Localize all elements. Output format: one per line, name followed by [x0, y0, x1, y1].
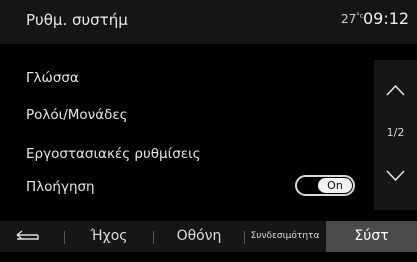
- chevron-up-icon: [386, 84, 405, 96]
- tab-divider: [244, 231, 245, 244]
- page-title: Ρυθμ. συστήμ: [26, 11, 128, 29]
- chevron-down-icon: [386, 170, 405, 182]
- tab-divider: [153, 231, 154, 244]
- tab-system[interactable]: Σύστ: [326, 221, 417, 252]
- clock: 09:12: [363, 9, 410, 28]
- page-indicator: 1/2: [386, 126, 405, 139]
- tab-connectivity[interactable]: Συνδεσιμότητα: [246, 221, 324, 252]
- back-button[interactable]: [0, 221, 62, 252]
- tab-display[interactable]: Οθόνη: [155, 221, 243, 252]
- tab-divider: [64, 231, 65, 244]
- toggle-knob: On: [318, 178, 352, 193]
- screen: Ρυθμ. συστήμ 27°c 09:12 Γλώσσα Ρολόι/Μον…: [0, 0, 417, 252]
- menu-item-language[interactable]: Γλώσσα: [26, 70, 79, 86]
- back-arrow-icon: [16, 230, 39, 240]
- navigation-toggle[interactable]: On: [295, 175, 355, 196]
- header-bar: Ρυθμ. συστήμ 27°c 09:12: [0, 0, 417, 44]
- bottom-bar: Ήχος Οθόνη Συνδεσιμότητα Σύστ: [0, 221, 417, 252]
- scroll-up-button[interactable]: [374, 68, 417, 108]
- menu-item-clock-units[interactable]: Ρολόι/Μονάδες: [26, 107, 128, 123]
- outside-temperature: 27°c: [341, 12, 364, 26]
- menu-item-navigation[interactable]: Πλοήγηση: [26, 179, 95, 195]
- scroll-down-button[interactable]: [374, 158, 417, 198]
- scroll-panel: 1/2: [374, 60, 417, 210]
- menu-item-factory-settings[interactable]: Εργοστασιακές ρυθμίσεις: [26, 146, 201, 162]
- tab-sound[interactable]: Ήχος: [66, 221, 152, 252]
